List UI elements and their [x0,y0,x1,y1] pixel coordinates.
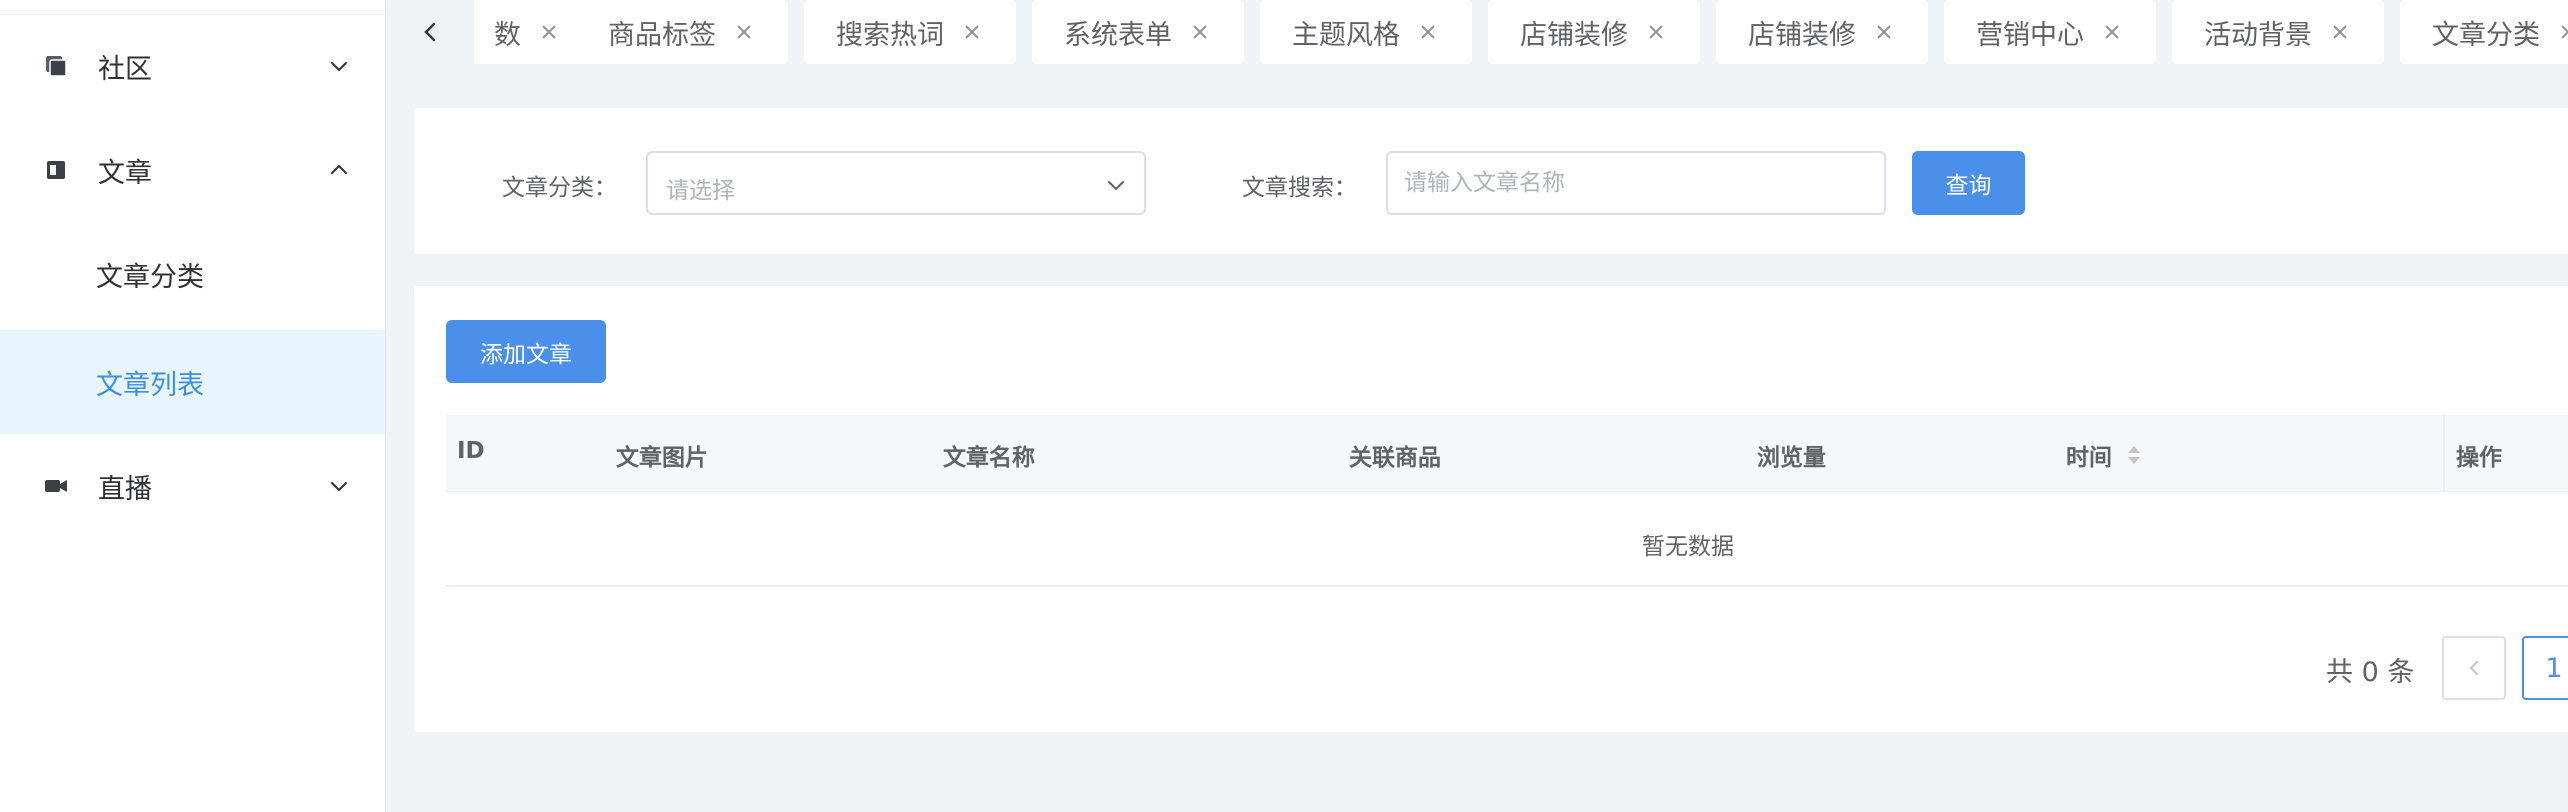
column-header-image: 文章图片 [616,445,708,471]
tabs-bar: 数 商品标签 搜索热词 系统表单 主题风格 店铺装修 店铺装修 营销中心 活动背… [386,0,2568,64]
sidebar-subitem-label: 文章分类 [96,261,204,293]
close-icon[interactable] [537,20,561,44]
column-divider [2443,415,2445,492]
sidebar-subitem-article-list[interactable]: 文章列表 [0,330,385,434]
tab-item[interactable]: 营销中心 [1944,0,2156,64]
tab-item[interactable]: 系统表单 [1032,0,1244,64]
tab-label: 活动背景 [2204,19,2312,51]
sort-caret-icon[interactable] [2126,443,2142,467]
close-icon[interactable] [2100,20,2124,44]
column-header-related-product: 关联商品 [1349,445,1441,471]
pagination-page-button[interactable]: 1 [2522,636,2568,700]
sidebar-item-article[interactable]: 文章 [0,118,385,222]
column-header-id: ID [457,438,485,464]
column-header-actions: 操作 [2456,445,2502,471]
tab-item[interactable]: 商品标签 [576,0,788,64]
column-header-views: 浏览量 [1757,445,1826,471]
sidebar-item-label: 直播 [98,473,152,505]
chevron-down-icon [331,62,347,72]
sidebar-subitem-article-category[interactable]: 文章分类 [0,222,385,326]
tab-item[interactable]: 店铺装修 [1488,0,1700,64]
community-icon [44,54,68,78]
chevron-left-icon [2469,661,2478,675]
video-camera-icon [44,474,68,498]
column-header-name: 文章名称 [943,445,1035,471]
tab-item[interactable]: 主题风格 [1260,0,1472,64]
close-icon[interactable] [1416,20,1440,44]
sidebar-item-label: 文章 [98,157,152,189]
tab-label: 系统表单 [1064,19,1172,51]
close-icon[interactable] [732,20,756,44]
close-icon[interactable] [1644,20,1668,44]
tab-item[interactable]: 活动背景 [2172,0,2384,64]
article-search-input[interactable] [1386,151,1886,215]
empty-state-text: 暂无数据 [1642,534,1734,560]
category-select-placeholder: 请选择 [666,178,735,204]
close-icon[interactable] [2556,20,2568,44]
search-filter-label: 文章搜索： [1242,175,1357,201]
close-icon[interactable] [2328,20,2352,44]
query-button[interactable]: 查询 [1912,151,2025,215]
chevron-up-icon [331,164,347,174]
tab-label: 搜索热词 [836,19,944,51]
chevron-left-icon [424,22,436,42]
column-header-time[interactable]: 时间 [2066,438,2112,472]
category-filter-label: 文章分类： [502,175,617,201]
sidebar-item-live[interactable]: 直播 [0,434,385,538]
tab-item[interactable]: 店铺装修 [1716,0,1928,64]
tab-label: 文章分类 [2432,19,2540,51]
table-body [446,493,2568,587]
sidebar-subitem-label: 文章列表 [96,369,204,401]
tab-item[interactable]: 搜索热词 [804,0,1016,64]
sidebar-item-label: 社区 [98,53,152,85]
tab-label: 店铺装修 [1520,19,1628,51]
tab-label: 商品标签 [608,19,716,51]
article-icon [44,158,68,182]
chevron-down-icon [1108,181,1124,191]
close-icon[interactable] [960,20,984,44]
tab-label: 主题风格 [1292,19,1400,51]
sidebar-item-community[interactable]: 社区 [0,14,385,118]
pagination-prev-button[interactable] [2442,636,2506,700]
tabs-scroll-left-button[interactable] [386,0,474,64]
pagination-total: 共 0 条 [2326,657,2415,688]
close-icon[interactable] [1188,20,1212,44]
tab-label: 店铺装修 [1748,19,1856,51]
category-select[interactable]: 请选择 [646,151,1146,215]
close-icon[interactable] [1872,20,1896,44]
table-header [446,415,2568,492]
sidebar: 社区 文章 文章分类 文章列表 直播 [0,0,386,812]
tab-label: 数 [494,19,521,51]
tab-label: 营销中心 [1976,19,2084,51]
chevron-down-icon [331,482,347,492]
tab-item[interactable]: 文章分类 [2400,0,2568,64]
add-article-button[interactable]: 添加文章 [446,320,606,383]
